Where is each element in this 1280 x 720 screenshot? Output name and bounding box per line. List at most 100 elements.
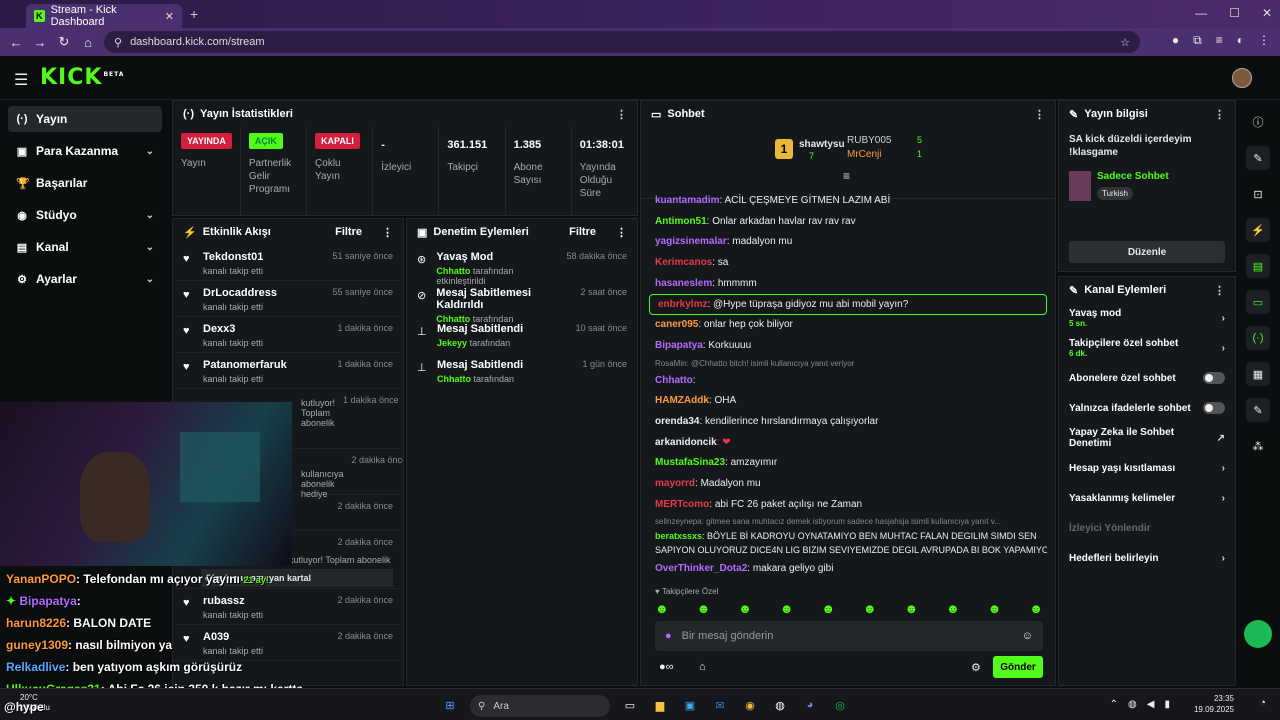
clipboard-icon[interactable]: ▤	[1246, 254, 1270, 278]
steam-icon[interactable]: ◍	[770, 695, 790, 715]
emote-icon[interactable]: ☻	[863, 601, 877, 616]
mod-row[interactable]: ⊥ Mesaj Sabitlendi Jekeyy tarafından 10 saa…	[407, 317, 637, 353]
media-icon[interactable]: ≡	[1216, 33, 1223, 48]
wrench-icon[interactable]: ✎	[1246, 398, 1270, 422]
activity-row[interactable]: ♥ Dexx3 kanalı takip etti 1 dakika önce	[173, 317, 403, 353]
action-subscribers-only[interactable]: Abonelere özel sohbet	[1059, 363, 1235, 393]
action-emote-only[interactable]: Yalnızca ifadelerle sohbet	[1059, 393, 1235, 423]
action-account-age[interactable]: Hesap yaşı kısıtlaması ›	[1059, 453, 1235, 483]
sidebar-item-monetization[interactable]: ▣ Para Kazanma ⌄	[8, 138, 162, 164]
chat-message[interactable]: Kerimcanos: sa	[647, 253, 1047, 274]
more-options-icon[interactable]: ⋮	[1034, 108, 1045, 121]
network-icon[interactable]: ◍	[1128, 699, 1137, 710]
emote-icon[interactable]: ☻	[946, 601, 960, 616]
extension-icon[interactable]: ●	[1172, 33, 1179, 48]
chat-message[interactable]: Antimon51: Onlar arkadan havlar rav rav …	[647, 212, 1047, 233]
notification-icon[interactable]: ◔	[1259, 697, 1266, 709]
new-tab-button[interactable]: +	[190, 6, 198, 22]
action-goals[interactable]: Hedefleri belirleyin ›	[1059, 543, 1235, 573]
capture-icon[interactable]: ⊡	[1246, 182, 1270, 206]
more-options-icon[interactable]: ⋮	[1214, 108, 1225, 121]
info-icon[interactable]: ⓘ	[1246, 110, 1270, 134]
bookmark-star-icon[interactable]: ☆	[1120, 36, 1130, 49]
more-options-icon[interactable]: ⋮	[382, 226, 393, 239]
menu-icon[interactable]: ⋮	[1258, 33, 1270, 48]
chrome-icon[interactable]: ◉	[740, 695, 760, 715]
chat-tools-icon[interactable]: ●∞	[659, 661, 674, 673]
windows-start-icon[interactable]: ⊞	[440, 695, 460, 715]
store-icon[interactable]: ⌂	[699, 661, 706, 673]
layout-icon[interactable]: ▦	[1246, 362, 1270, 386]
emote-icon[interactable]: ☻	[821, 601, 835, 616]
category-link[interactable]: Sadece Sohbet	[1097, 171, 1169, 182]
chat-message[interactable]: orenda34: kendilerince hırslandırmaya ça…	[647, 412, 1047, 433]
back-icon[interactable]: ←	[4, 35, 28, 50]
sidebar-item-settings[interactable]: ⚙ Ayarlar ⌄	[8, 266, 162, 292]
action-ai-moderation[interactable]: Yapay Zeka ile Sohbet Denetimi ↗	[1059, 423, 1235, 453]
action-followers-only[interactable]: Takipçilere özel sohbet 6 dk. ›	[1059, 333, 1235, 363]
chat-icon[interactable]: ▭	[1246, 290, 1270, 314]
chat-message[interactable]: SAPIYON OLUYORUZ DICE4N LIG BIZIM SEVIYE…	[647, 543, 1047, 559]
mod-row[interactable]: ⊘ Mesaj Sabitlemesi Kaldırıldı Chhatto tar…	[407, 281, 637, 324]
activity-row[interactable]: ♥ Tekdonst01 kanalı takip etti 51 saniye ön…	[173, 245, 403, 281]
spotify-icon[interactable]: ◎	[830, 695, 850, 715]
puzzle-icon[interactable]: ⧉	[1193, 33, 1202, 48]
more-options-icon[interactable]: ⋮	[616, 226, 627, 239]
browser-tab[interactable]: K Stream - Kick Dashboard ✕	[26, 4, 182, 28]
kick-logo[interactable]: KICKBETA	[40, 65, 124, 90]
edit-icon[interactable]: ✎	[1246, 146, 1270, 170]
battery-icon[interactable]: ▮	[1164, 699, 1170, 710]
emote-icon[interactable]: ☻	[1029, 601, 1043, 616]
chat-message[interactable]: mayorrd: Madalyon mu	[647, 474, 1047, 495]
action-banned-words[interactable]: Yasaklanmış kelimeler ›	[1059, 483, 1235, 513]
sidebar-item-channel[interactable]: ▤ Kanal ⌄	[8, 234, 162, 260]
profile-icon[interactable]: ◐	[1237, 33, 1244, 48]
chat-message[interactable]: Bipapatya: Korkuuuu	[647, 336, 1047, 357]
store-icon[interactable]: ▣	[680, 695, 700, 715]
forward-icon[interactable]: →	[28, 35, 52, 50]
chat-message[interactable]: arkanidoncik: ❤	[647, 433, 1047, 454]
action-slow-mode[interactable]: Yavaş mod 5 sn. ›	[1059, 303, 1235, 333]
lightning-icon[interactable]: ⚡	[1246, 218, 1270, 242]
edit-button[interactable]: Düzenle	[1069, 241, 1225, 263]
send-button[interactable]: Gönder	[993, 656, 1043, 678]
site-info-icon[interactable]: ⚲	[114, 36, 122, 49]
emote-icon[interactable]: ☻	[904, 601, 918, 616]
home-icon[interactable]: ⌂	[76, 35, 100, 50]
chat-message[interactable]: Chhatto:	[647, 371, 1047, 392]
task-view-icon[interactable]: ▭	[620, 695, 640, 715]
chat-message[interactable]: OverThinker_Dota2: makara geliyo gibi	[647, 559, 1047, 580]
chat-message[interactable]: caner095: onlar hep çok biliyor	[647, 315, 1047, 336]
more-options-icon[interactable]: ⋮	[616, 108, 627, 121]
emote-icon[interactable]: ☻	[697, 601, 711, 616]
sidebar-item-stream[interactable]: (·) Yayın	[8, 106, 162, 132]
toggle-switch[interactable]	[1203, 372, 1225, 384]
collapse-icon[interactable]: ≡	[843, 169, 850, 183]
reload-icon[interactable]: ↻	[52, 34, 76, 50]
user-avatar[interactable]	[1232, 68, 1252, 88]
chat-message[interactable]: MERTcomo: abi FC 26 paket açılışı ne Zam…	[647, 495, 1047, 516]
url-input[interactable]: ⚲ dashboard.kick.com/stream ☆	[104, 31, 1140, 53]
sidebar-item-achievements[interactable]: 🏆 Başarılar	[8, 170, 162, 196]
chevron-up-icon[interactable]: ⌃	[1110, 699, 1118, 710]
chat-settings-icon[interactable]: ⚙	[971, 661, 981, 674]
filter-button[interactable]: Filtre	[569, 226, 596, 238]
close-tab-icon[interactable]: ✕	[165, 10, 174, 23]
minimize-icon[interactable]: —	[1195, 6, 1207, 20]
chat-message[interactable]: HAMZAddk: OHA	[647, 391, 1047, 412]
hamburger-menu-icon[interactable]: ☰	[14, 70, 28, 90]
filter-button[interactable]: Filtre	[335, 226, 362, 238]
emote-icon[interactable]: ☻	[780, 601, 794, 616]
mod-row[interactable]: ⊛ Yavaş Mod Chhatto tarafından etkinleştir…	[407, 245, 637, 286]
taskbar-search[interactable]: ⚲ Ara	[470, 695, 610, 717]
chat-message[interactable]: MustafaSina23: amzayımır	[647, 453, 1047, 474]
support-icon[interactable]	[1244, 620, 1272, 648]
emote-icon[interactable]: ☻	[738, 601, 752, 616]
activity-row[interactable]: ♥ Patanomerfaruk kanalı takip etti 1 dakika…	[173, 353, 403, 389]
broadcast-icon[interactable]: (·)	[1246, 326, 1270, 350]
volume-icon[interactable]: ◀	[1147, 699, 1155, 710]
maximize-icon[interactable]: ☐	[1229, 6, 1240, 20]
sidebar-item-studio[interactable]: ◉ Stüdyo ⌄	[8, 202, 162, 228]
emote-icon[interactable]: ☻	[988, 601, 1002, 616]
outlook-icon[interactable]: ✉	[710, 695, 730, 715]
